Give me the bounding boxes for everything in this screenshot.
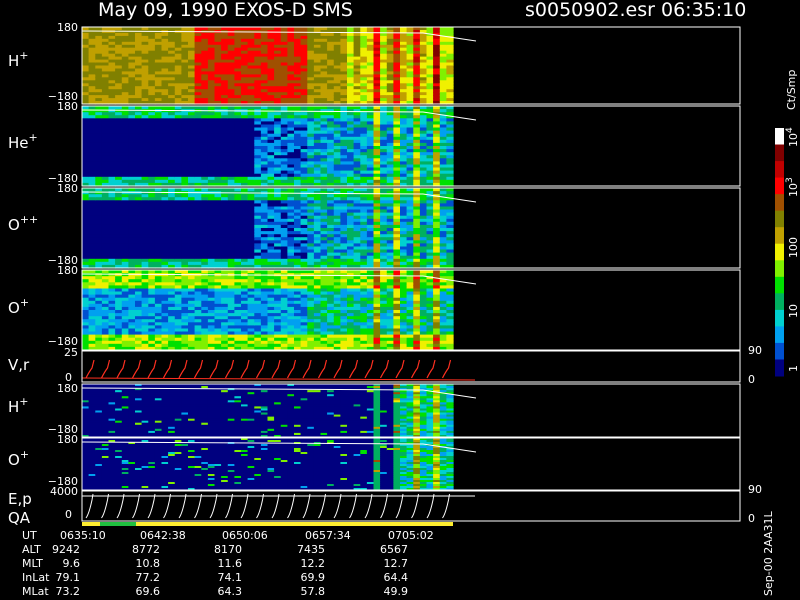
rtick-ep-top: 90 bbox=[748, 483, 762, 496]
footer-cell: 79.1 bbox=[56, 571, 81, 584]
cbar-tick-1e3: 103 bbox=[785, 177, 800, 197]
panel-labels: H+ He+ O++ O+ V,r H+ O+ E,p QA bbox=[8, 49, 38, 527]
rtick-ep-bot: 0 bbox=[748, 512, 755, 525]
panels-group bbox=[81, 26, 741, 526]
ytick-ep-bot: 0 bbox=[65, 508, 72, 521]
ytick-op-top: 180 bbox=[57, 264, 78, 277]
colorbar-swatch bbox=[775, 161, 784, 179]
colorbar-swatch bbox=[775, 243, 784, 261]
footer-cell: 8772 bbox=[132, 543, 160, 556]
ytick-ep-top: 4000 bbox=[50, 485, 78, 498]
ytick-h2-top: 180 bbox=[57, 382, 78, 395]
colorbar bbox=[775, 128, 784, 377]
qa-bar bbox=[82, 522, 453, 526]
panel-ep-qa bbox=[81, 490, 741, 522]
footer-cell: 77.2 bbox=[136, 571, 161, 584]
panel-h-plus-2 bbox=[81, 383, 741, 438]
colorbar-swatch bbox=[775, 260, 784, 278]
cbar-tick-10: 10 bbox=[787, 304, 800, 318]
colorbar-swatch bbox=[775, 342, 784, 360]
cbar-tick-100: 100 bbox=[787, 237, 800, 258]
footer-cell: 0657:34 bbox=[305, 529, 351, 542]
footer-cell: 57.8 bbox=[301, 585, 326, 598]
colorbar-swatch bbox=[775, 293, 784, 311]
plot-title: May 09, 1990 EXOS-D SMS bbox=[98, 0, 353, 21]
ytick-o2-top: 180 bbox=[57, 433, 78, 446]
label-qa: QA bbox=[8, 509, 31, 527]
cbar-tick-1: 1 bbox=[787, 365, 800, 372]
label-h-plus-2: H+ bbox=[8, 395, 29, 416]
footer-cell: 6567 bbox=[380, 543, 408, 556]
ytick-vr-top: 25 bbox=[64, 346, 78, 359]
label-ep: E,p bbox=[8, 490, 32, 508]
colorbar-swatch bbox=[775, 144, 784, 162]
label-o-plus: O+ bbox=[8, 296, 29, 317]
ytick-h-top: 180 bbox=[57, 21, 78, 34]
colorbar-swatch bbox=[775, 210, 784, 228]
footer-cell: 73.2 bbox=[56, 585, 81, 598]
footer-cell: 49.9 bbox=[384, 585, 409, 598]
footer-row-label: ALT bbox=[22, 543, 41, 556]
footer-cell: 69.6 bbox=[136, 585, 161, 598]
footer-cell: 0642:38 bbox=[140, 529, 186, 542]
footer-cell: 9242 bbox=[52, 543, 80, 556]
label-o-plusplus: O++ bbox=[8, 213, 38, 234]
side-label: Sep-00 2AA31L bbox=[762, 510, 775, 596]
label-o-plus-2: O+ bbox=[8, 448, 29, 469]
label-he-plus: He+ bbox=[8, 131, 38, 152]
panel-he-plus bbox=[81, 105, 741, 187]
footer-cell: 69.9 bbox=[301, 571, 326, 584]
footer-cell: 0650:06 bbox=[222, 529, 268, 542]
panel-vr bbox=[81, 350, 741, 383]
file-timestamp: s0050902.esr 06:35:10 bbox=[525, 0, 746, 21]
orbit-footer: UT 0635:10 0642:38 0650:06 0657:34 0705:02 ALT… bbox=[22, 529, 434, 598]
footer-cell: 7435 bbox=[297, 543, 325, 556]
colorbar-swatch bbox=[775, 177, 784, 195]
panel-o-plus bbox=[81, 269, 741, 351]
footer-cell: 0705:02 bbox=[388, 529, 434, 542]
panel-o-plusplus bbox=[81, 187, 741, 269]
footer-row-label: InLat bbox=[22, 571, 50, 584]
footer-cell: 74.1 bbox=[218, 571, 243, 584]
label-vr: V,r bbox=[8, 356, 30, 374]
footer-row-label: UT bbox=[22, 529, 37, 542]
footer-cell: 64.3 bbox=[218, 585, 243, 598]
footer-row-label: MLat bbox=[22, 585, 49, 598]
colorbar-swatch bbox=[775, 227, 784, 245]
panel-h-plus bbox=[81, 26, 741, 105]
panel-o-plus-2 bbox=[81, 437, 741, 491]
colorbar-swatch bbox=[775, 309, 784, 327]
footer-cell: 9.6 bbox=[63, 557, 81, 570]
footer-cell: 64.4 bbox=[384, 571, 409, 584]
colorbar-swatch bbox=[775, 128, 784, 145]
footer-cell: 8170 bbox=[214, 543, 242, 556]
footer-row-label: MLT bbox=[22, 557, 43, 570]
colorbar-swatch bbox=[775, 359, 784, 377]
colorbar-swatch bbox=[775, 194, 784, 212]
colorbar-swatch bbox=[775, 326, 784, 344]
footer-cell: 12.7 bbox=[384, 557, 409, 570]
footer-cell: 11.6 bbox=[218, 557, 243, 570]
footer-cell: 0635:10 bbox=[60, 529, 106, 542]
cbar-tick-1e4: 104 bbox=[785, 127, 800, 147]
footer-cell: 10.8 bbox=[136, 557, 161, 570]
rtick-vr-bot: 0 bbox=[748, 373, 755, 386]
colorbar-unit: Ct/Smp bbox=[785, 70, 798, 110]
colorbar-swatch bbox=[775, 276, 784, 294]
ytick-he-top: 180 bbox=[57, 100, 78, 113]
spectrogram-figure: May 09, 1990 EXOS-D SMS s0050902.esr 06:… bbox=[8, 0, 800, 598]
ytick-opp-top: 180 bbox=[57, 182, 78, 195]
rtick-vr-top: 90 bbox=[748, 344, 762, 357]
footer-cell: 12.2 bbox=[301, 557, 326, 570]
label-h-plus: H+ bbox=[8, 49, 29, 70]
